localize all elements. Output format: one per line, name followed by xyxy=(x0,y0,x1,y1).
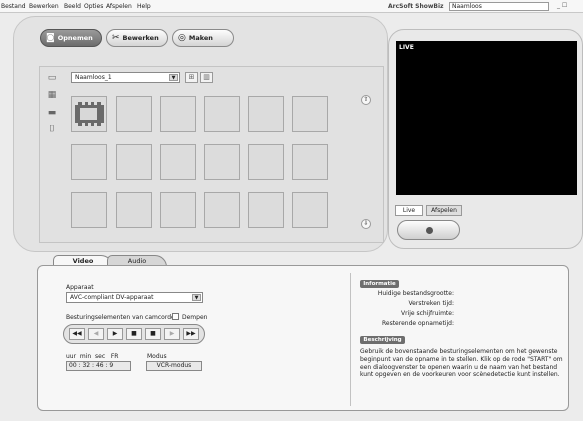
thumbnail-cell[interactable] xyxy=(160,96,196,132)
album-dropdown[interactable]: Naamloos_1 ▼ xyxy=(71,72,180,83)
menu-bestand[interactable]: Bestand xyxy=(1,3,26,10)
record-icon xyxy=(426,227,433,234)
thumbnail-cell[interactable] xyxy=(292,96,328,132)
preview-screen xyxy=(396,41,577,195)
menu-help[interactable]: Help xyxy=(137,3,151,10)
stop-button[interactable]: ■ xyxy=(145,328,161,340)
info-row-elapsed: Verstreken tijd: xyxy=(408,300,454,307)
tab-maken[interactable]: ◎ Maken xyxy=(172,29,234,47)
menu-bewerken[interactable]: Bewerken xyxy=(29,3,59,10)
tab-opnemen[interactable]: ◙ Opnemen xyxy=(40,29,102,47)
grid-view-icon[interactable]: ⊞ xyxy=(185,72,198,83)
disc-icon: ◎ xyxy=(178,33,186,43)
thumbnail-cell[interactable] xyxy=(292,192,328,228)
menu-opties[interactable]: Opties xyxy=(84,3,103,10)
mute-label: Dempen xyxy=(182,314,208,321)
media-icon[interactable]: ▬ xyxy=(45,108,59,118)
device-select-value: AVC-compliant DV-apparaat xyxy=(70,294,154,301)
info-header: Informatie xyxy=(360,280,399,288)
thumbnail-cell[interactable] xyxy=(204,96,240,132)
window-controls[interactable]: _ ☐ xyxy=(557,2,567,9)
description-header: Beschrijving xyxy=(360,336,405,344)
thumbnail-cell[interactable] xyxy=(160,192,196,228)
tab-bewerken-label: Bewerken xyxy=(122,34,159,42)
rewind-button[interactable]: ◀◀ xyxy=(69,328,85,340)
menu-afspelen[interactable]: Afspelen xyxy=(106,3,132,10)
camera-icon: ◙ xyxy=(46,33,55,43)
scroll-up-icon[interactable]: ⇧ xyxy=(361,95,371,105)
device-select[interactable]: AVC-compliant DV-apparaat ▼ xyxy=(66,292,203,303)
timecode-display: 00 : 32 : 46 : 9 xyxy=(66,361,131,371)
thumbnail-cell[interactable] xyxy=(116,192,152,228)
thumbnail-cell[interactable] xyxy=(204,192,240,228)
controls-label: Besturingselementen van camcorder xyxy=(66,314,178,321)
info-row-filesize: Huidige bestandsgrootte: xyxy=(377,290,454,297)
pause-button[interactable]: ■ xyxy=(126,328,142,340)
thumbnail-cell[interactable] xyxy=(248,192,284,228)
description-text: Gebruik de bovenstaande besturingselemen… xyxy=(360,348,563,379)
tab-live[interactable]: Live xyxy=(395,205,423,216)
timecode-labels: uur min sec FR xyxy=(66,353,119,360)
tab-maken-label: Maken xyxy=(188,34,213,42)
mode-display: VCR-modus xyxy=(146,361,202,371)
fast-forward-button[interactable]: ▶▶ xyxy=(183,328,199,340)
scroll-down-icon[interactable]: ⇩ xyxy=(361,219,371,229)
app-title: ArcSoft ShowBiz xyxy=(388,3,444,10)
folder-icon[interactable]: ▭ xyxy=(45,73,59,83)
tab-afspelen[interactable]: Afspelen xyxy=(426,205,462,216)
tab-opnemen-label: Opnemen xyxy=(57,34,93,42)
chevron-down-icon: ▼ xyxy=(192,294,201,301)
thumbnail-cell[interactable] xyxy=(71,144,107,180)
trash-icon[interactable]: ⌷ xyxy=(45,124,59,134)
thumbnail-cell[interactable] xyxy=(160,144,196,180)
info-row-remaining: Resterende opnametijd: xyxy=(381,320,454,327)
clapper-icon: ✂ xyxy=(112,33,120,43)
menu-bar: Bestand Bewerken Beeld Opties Afspelen H… xyxy=(0,0,583,13)
menu-beeld[interactable]: Beeld xyxy=(64,3,81,10)
tab-bewerken[interactable]: ✂ Bewerken xyxy=(106,29,168,47)
thumbnail-cell[interactable] xyxy=(71,96,107,132)
album-dropdown-value: Naamloos_1 xyxy=(75,74,112,81)
record-button[interactable] xyxy=(397,220,460,240)
mute-checkbox[interactable] xyxy=(172,313,179,320)
thumbnail-cell[interactable] xyxy=(292,144,328,180)
live-label: LIVE xyxy=(399,44,414,51)
thumbnail-cell[interactable] xyxy=(71,192,107,228)
thumbnail-cell[interactable] xyxy=(248,144,284,180)
step-back-button[interactable]: ◀ xyxy=(88,328,104,340)
device-label: Apparaat xyxy=(66,284,94,291)
thumbnail-cell[interactable] xyxy=(116,144,152,180)
tools-icon[interactable]: ▦ xyxy=(45,90,59,100)
thumbnail-cell[interactable] xyxy=(248,96,284,132)
mode-label: Modus xyxy=(147,353,167,360)
film-icon xyxy=(75,102,104,126)
play-button[interactable]: ▶ xyxy=(107,328,123,340)
info-row-diskspace: Vrije schijfruimte: xyxy=(400,310,454,317)
chevron-down-icon: ▼ xyxy=(169,74,178,81)
list-view-icon[interactable]: ▥ xyxy=(200,72,213,83)
thumbnail-cell[interactable] xyxy=(204,144,240,180)
project-name-field[interactable]: Naamloos xyxy=(449,2,549,11)
step-forward-button[interactable]: ▶ xyxy=(164,328,180,340)
thumbnail-cell[interactable] xyxy=(116,96,152,132)
